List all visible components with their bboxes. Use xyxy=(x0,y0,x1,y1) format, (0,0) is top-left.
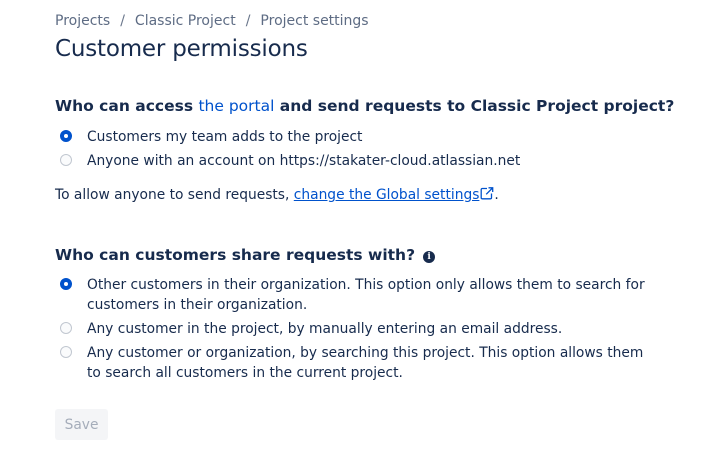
info-icon[interactable]: i xyxy=(423,251,436,263)
radio-button[interactable] xyxy=(60,154,72,166)
share-option-label: Other customers in their organization. T… xyxy=(87,277,645,313)
share-section-heading: Who can customers share requests with? i xyxy=(55,245,436,265)
radio-button-checked[interactable] xyxy=(60,130,72,142)
breadcrumb-projects[interactable]: Projects xyxy=(55,13,110,29)
share-option-organization[interactable]: Other customers in their organization. T… xyxy=(55,275,645,315)
access-option-label: Customers my team adds to the project xyxy=(87,129,363,145)
global-settings-note-end: . xyxy=(494,187,499,203)
share-option-label: Any customer in the project, by manually… xyxy=(87,321,563,337)
share-option-label: Any customer or organization, by searchi… xyxy=(87,345,644,381)
access-section-heading: Who can access the portal and send reque… xyxy=(55,96,674,116)
access-option-team-adds[interactable]: Customers my team adds to the project xyxy=(55,127,645,147)
radio-button[interactable] xyxy=(60,346,72,358)
breadcrumb-separator: / xyxy=(245,13,251,29)
change-global-settings-link[interactable]: change the Global settings xyxy=(294,187,495,203)
access-option-label: Anyone with an account on https://stakat… xyxy=(87,153,521,169)
external-link-icon xyxy=(480,186,494,206)
global-settings-note: To allow anyone to send requests, change… xyxy=(55,185,499,206)
breadcrumb-classic-project[interactable]: Classic Project xyxy=(135,13,236,29)
breadcrumb-project-settings[interactable]: Project settings xyxy=(260,13,368,29)
share-option-email[interactable]: Any customer in the project, by manually… xyxy=(55,319,645,339)
page-title: Customer permissions xyxy=(55,36,308,62)
share-option-search-project[interactable]: Any customer or organization, by searchi… xyxy=(55,343,645,383)
share-heading-text: Who can customers share requests with? xyxy=(55,246,416,264)
breadcrumb: Projects / Classic Project / Project setting… xyxy=(55,12,369,30)
radio-button[interactable] xyxy=(60,322,72,334)
access-heading-text-start: Who can access xyxy=(55,97,199,115)
access-heading-text-end: and send requests to Classic Project pro… xyxy=(274,97,675,115)
portal-link[interactable]: the portal xyxy=(198,97,274,115)
breadcrumb-separator: / xyxy=(120,13,125,29)
global-settings-note-text: To allow anyone to send requests, xyxy=(55,187,294,203)
save-button[interactable]: Save xyxy=(55,409,108,440)
radio-button-checked[interactable] xyxy=(60,278,72,290)
change-global-settings-link-text: change the Global settings xyxy=(293,187,480,203)
access-option-anyone[interactable]: Anyone with an account on https://stakat… xyxy=(55,151,645,171)
